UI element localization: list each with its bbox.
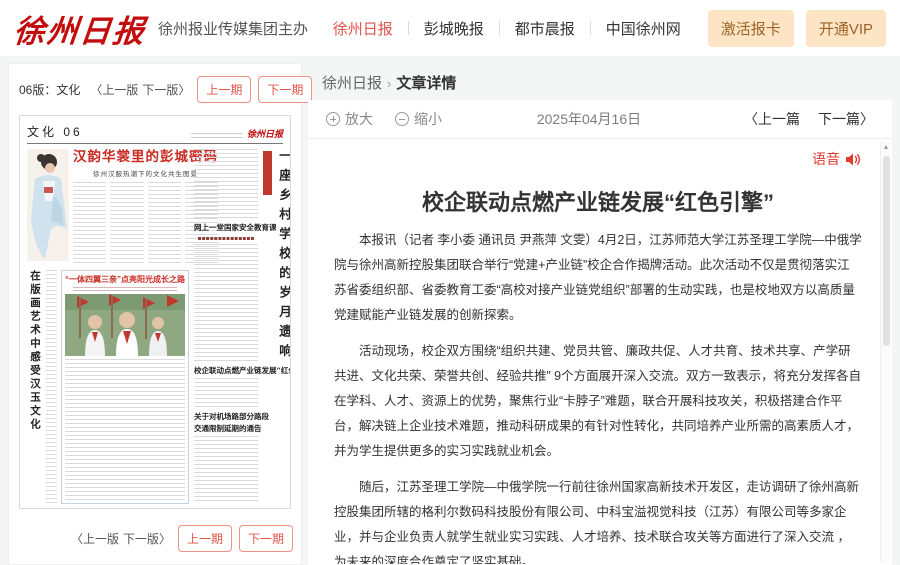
newspaper-logo: 徐州日报: [247, 127, 283, 140]
newspaper-text-block: [194, 378, 258, 408]
photo-article-headline: “一体四翼三亲”点亮阳光成长之路: [65, 274, 185, 285]
newspaper-vertical-strip: 一座乡村学校的岁月遗响: [263, 149, 291, 504]
newspaper-left-column: 汉韵华裳里的彭城密码 徐州汉服热潮下的文化共生图景 在版画艺术中感受汉玉文化: [27, 149, 189, 504]
nav-item-dscb[interactable]: 都市晨报: [500, 18, 590, 39]
vertical-headline-left: 在版画艺术中感受汉玉文化: [27, 270, 42, 504]
next-issue-button-bottom[interactable]: 下一期: [239, 525, 293, 552]
breadcrumb-root[interactable]: 徐州日报: [322, 75, 382, 92]
next-page-link-bottom[interactable]: 下一版〉: [123, 530, 171, 547]
safety-class-subline: ▪▪▪▪▪▪▪▪▪▪▪▪▪▪: [194, 235, 258, 242]
site-logo[interactable]: 徐州日报: [12, 6, 149, 51]
zoom-out-icon: [395, 112, 409, 126]
newspaper-body: 汉韵华裳里的彭城密码 徐州汉服热潮下的文化共生图景 在版画艺术中感受汉玉文化: [27, 149, 283, 504]
breadcrumb-separator: ›: [387, 76, 391, 91]
prev-page-link-bottom[interactable]: 〈上一版: [71, 530, 119, 547]
zoom-out-label: 缩小: [414, 109, 442, 129]
activate-card-button[interactable]: 激活报卡: [708, 10, 794, 47]
scroll-up-arrow[interactable]: ▲: [881, 142, 891, 154]
zoom-out-button[interactable]: 缩小: [395, 109, 442, 129]
newspaper-text-block: [194, 436, 258, 504]
voice-label: 语音: [812, 149, 840, 169]
open-vip-button[interactable]: 开通VIP: [806, 10, 886, 47]
newspaper-dateline-placeholder: [191, 133, 243, 140]
prev-issue-button-bottom[interactable]: 上一期: [178, 525, 232, 552]
next-page-link[interactable]: 下一版〉: [142, 81, 190, 98]
article-panel: 放大 缩小 2025年04月16日 〈上一篇 下一篇〉 语音 校企联动点: [308, 100, 892, 565]
photo-article-box: “一体四翼三亲”点亮阳光成长之路: [61, 270, 189, 504]
article-title: 校企联动点燃产业链发展“红色引擎”: [334, 185, 862, 217]
zoom-in-icon: [326, 112, 340, 126]
issue-date: 2025年04月16日: [464, 109, 744, 129]
article-paragraph: 活动现场，校企双方围绕“组织共建、党员共管、廉政共促、人才共育、技术共享、产学研…: [334, 339, 862, 464]
children-flags-photo: [65, 294, 185, 356]
newspaper-lead-article: 汉韵华裳里的彭城密码 徐州汉服热潮下的文化共生图景: [27, 149, 189, 266]
article-scrollbar[interactable]: ▲: [880, 142, 891, 563]
main-area: 06版：文化 〈上一版 下一版〉 上一期 下一期 文化 06 徐州日报: [0, 56, 900, 565]
speaker-icon: [845, 152, 862, 167]
site-header: 徐州日报 徐州报业传媒集团主办 徐州日报 彭城晚报 都市晨报 中国徐州网 激活报…: [0, 0, 900, 56]
next-issue-button[interactable]: 下一期: [258, 76, 312, 103]
newspaper-meta: 徐州日报: [191, 127, 283, 140]
breadcrumb-current: 文章详情: [396, 75, 456, 92]
prev-page-link[interactable]: 〈上一版: [90, 81, 138, 98]
nav-item-zgxzw[interactable]: 中国徐州网: [591, 18, 696, 39]
article-paragraph: 随后，江苏圣理工学院—中俄学院一行前往徐州国家高新技术开发区，走访调研了徐州高新…: [334, 475, 862, 564]
newspaper-page-preview[interactable]: 文化 06 徐州日报: [19, 115, 291, 509]
prev-article-link[interactable]: 〈上一篇: [744, 109, 800, 129]
newspaper-lower-left: 在版画艺术中感受汉玉文化 “一体四翼三亲”点亮阳光成长之路: [27, 270, 189, 504]
hanfu-woman-photo: [27, 149, 69, 261]
article-toolbar: 放大 缩小 2025年04月16日 〈上一篇 下一篇〉: [308, 100, 892, 139]
notice-headline-line1: 关于对机场路部分路段: [194, 411, 258, 422]
voice-button[interactable]: 语音: [334, 139, 862, 169]
article-paragraph: 本报讯（记者 李小委 通讯员 尹燕萍 文雯）4月2日，江苏师范大学江苏圣理工学院…: [334, 228, 862, 328]
newspaper-section-label: 文化 06: [27, 123, 83, 140]
photo-article-subline: [73, 287, 177, 292]
newspaper-text-block: [148, 182, 181, 266]
current-article-headline: 校企联动点燃产业链发展“红色引擎”: [194, 365, 258, 376]
newspaper-text-block: [194, 149, 258, 219]
zoom-in-button[interactable]: 放大: [326, 109, 373, 129]
safety-class-headline: 网上一堂国家安全教育课: [194, 222, 258, 233]
red-column-ribbon: [263, 151, 272, 195]
organizer-text: 徐州报业传媒集团主办: [158, 18, 308, 39]
prev-issue-button[interactable]: 上一期: [197, 76, 251, 103]
notice-headline-line2: 交通限制延期的通告: [194, 423, 258, 434]
edition-sidebar: 06版：文化 〈上一版 下一版〉 上一期 下一期 文化 06 徐州日报: [8, 63, 302, 565]
top-nav: 徐州日报 彭城晚报 都市晨报 中国徐州网 激活报卡 开通VIP: [318, 10, 886, 47]
edition-label: 06版：文化: [19, 81, 80, 98]
nav-item-xzrb[interactable]: 徐州日报: [318, 18, 408, 39]
nav-item-pcwb[interactable]: 彭城晚报: [409, 18, 499, 39]
edition-toolbar-bottom: 〈上一版 下一版〉 上一期 下一期: [61, 525, 293, 552]
article-pager: 〈上一篇 下一篇〉: [744, 109, 874, 129]
newspaper-text-block: [65, 359, 185, 500]
newspaper-right-column: 网上一堂国家安全教育课 ▪▪▪▪▪▪▪▪▪▪▪▪▪▪ 校企联动点燃产业链发展“红…: [194, 149, 258, 504]
newspaper-text-block: [110, 182, 143, 266]
next-article-link[interactable]: 下一篇〉: [818, 109, 874, 129]
newspaper-text-block: [194, 244, 258, 362]
edition-toolbar-top: 06版：文化 〈上一版 下一版〉 上一期 下一期: [9, 64, 301, 113]
vertical-headline-right: 一座乡村学校的岁月遗响: [274, 149, 291, 504]
breadcrumb: 徐州日报 › 文章详情: [322, 72, 456, 93]
zoom-in-label: 放大: [345, 109, 373, 129]
scrollbar-thumb[interactable]: [883, 156, 890, 346]
newspaper-text-block: [73, 182, 106, 266]
newspaper-masthead-row: 文化 06 徐州日报: [27, 123, 283, 144]
newspaper-text-block: [46, 270, 57, 504]
article-body: 语音 校企联动点燃产业链发展“红色引擎” 本报讯（记者 李小委 通讯员 尹燕萍 …: [308, 139, 892, 564]
